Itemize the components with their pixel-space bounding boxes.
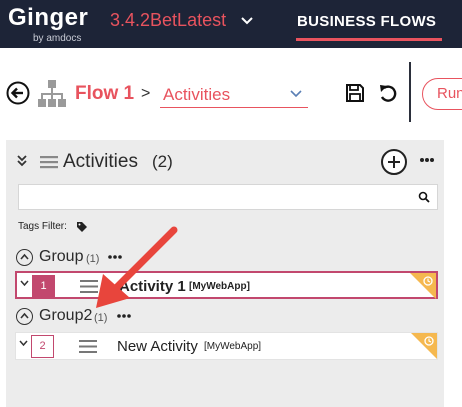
panel-count: (2) [152,152,173,171]
group-count: (1) [94,312,108,324]
view-select[interactable]: Activities [160,80,308,108]
activity-row[interactable]: 2 New Activity [MyWebApp] [15,332,438,360]
more-options-icon[interactable] [117,313,131,319]
chevron-up-icon [20,253,29,260]
list-icon [40,156,58,169]
chevron-up-icon [20,312,29,319]
save-icon[interactable] [345,83,365,103]
group-name: Group2 [39,307,93,324]
activity-target: [MyWebApp] [189,281,250,292]
activity-name: Activity 1 [119,278,186,295]
undo-icon[interactable] [378,83,398,103]
app-window: Ginger by amdocs 3.4.2BetLatest BUSINESS… [0,0,462,407]
group-collapse-button[interactable] [16,308,33,325]
tag-icon[interactable] [76,221,88,233]
clock-badge-icon [411,333,437,359]
search-icon[interactable] [418,191,430,203]
view-select-value: Activities [163,85,231,104]
group-count: (1) [86,253,100,265]
chevron-down-icon[interactable] [19,339,28,347]
run-button[interactable]: Run [422,78,462,110]
tab-business-flows[interactable]: BUSINESS FLOWS [297,13,436,30]
drag-handle-icon[interactable] [79,340,97,353]
activity-index: 1 [32,275,55,298]
active-tab-underline [296,38,442,41]
activity-name: New Activity [117,338,198,355]
add-activity-button[interactable] [381,149,407,175]
drag-handle-icon[interactable] [80,280,98,293]
more-options-icon[interactable] [419,152,435,168]
activity-index: 2 [31,335,54,358]
activity-target: [MyWebApp] [204,341,262,352]
clock-badge-icon [410,273,436,299]
group-name: Group [39,248,84,265]
panel-title: Activities [63,151,138,172]
toolbar-divider [409,62,411,122]
back-arrow-icon[interactable] [6,81,30,105]
logo-subtitle: by amdocs [33,33,82,44]
top-bar: Ginger by amdocs 3.4.2BetLatest BUSINESS… [0,0,462,48]
run-button-label: Run [437,85,462,102]
logo: Ginger [8,4,89,31]
search-input[interactable] [18,184,438,210]
chevron-down-icon [290,90,302,98]
tags-filter-label: Tags Filter: [18,221,67,232]
double-chevron-down-icon[interactable] [16,154,28,168]
business-flow-icon [38,80,66,107]
activity-row[interactable]: 1 Activity 1 [MyWebApp] [15,271,438,299]
version-label[interactable]: 3.4.2BetLatest [110,10,226,31]
breadcrumb-separator: > [141,85,151,102]
more-options-icon[interactable] [108,254,122,260]
chevron-down-icon[interactable] [240,14,254,28]
flow-name[interactable]: Flow 1 [75,83,134,105]
chevron-down-icon[interactable] [20,279,29,287]
group-collapse-button[interactable] [16,249,33,266]
